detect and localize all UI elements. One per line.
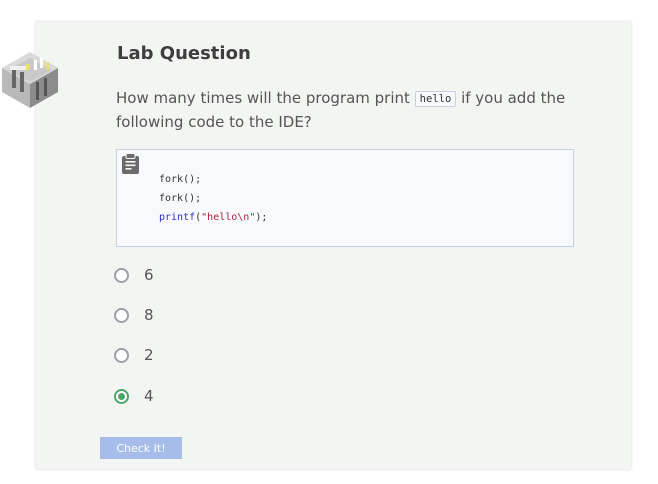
option-label: 2 [144, 346, 154, 364]
radio-button-selected[interactable] [114, 388, 129, 404]
option-label: 6 [144, 266, 154, 284]
option-label: 4 [144, 387, 154, 405]
code-line: fork(); [159, 174, 202, 185]
code-line: fork(); [159, 193, 202, 204]
check-it-button[interactable]: Check It! [100, 437, 182, 459]
answer-option-6[interactable]: 6 [114, 265, 154, 285]
answer-option-2[interactable]: 2 [114, 345, 154, 365]
inline-code-hello: hello [414, 91, 457, 107]
question-text-before: How many times will the program print [116, 89, 410, 107]
lab-question-title: Lab Question [117, 43, 251, 64]
question-text: How many times will the program print he… [116, 86, 586, 134]
radio-button[interactable] [114, 347, 129, 363]
radio-button[interactable] [114, 307, 129, 323]
radio-button[interactable] [114, 267, 129, 283]
clipboard-icon[interactable] [121, 153, 140, 175]
answer-option-8[interactable]: 8 [114, 305, 154, 325]
code-function-name: printf [159, 212, 196, 223]
code-block: fork(); fork(); printf("hello\n"); [116, 149, 574, 247]
lab-building-icon [2, 52, 58, 108]
code-paren-close: ); [255, 212, 268, 223]
code-string-literal: "hello\n" [201, 212, 256, 223]
code-line: printf("hello\n"); [159, 208, 267, 227]
answer-option-4[interactable]: 4 [114, 386, 154, 406]
option-label: 8 [144, 306, 154, 324]
code-lines: fork(); fork(); printf("hello\n"); [159, 170, 267, 227]
